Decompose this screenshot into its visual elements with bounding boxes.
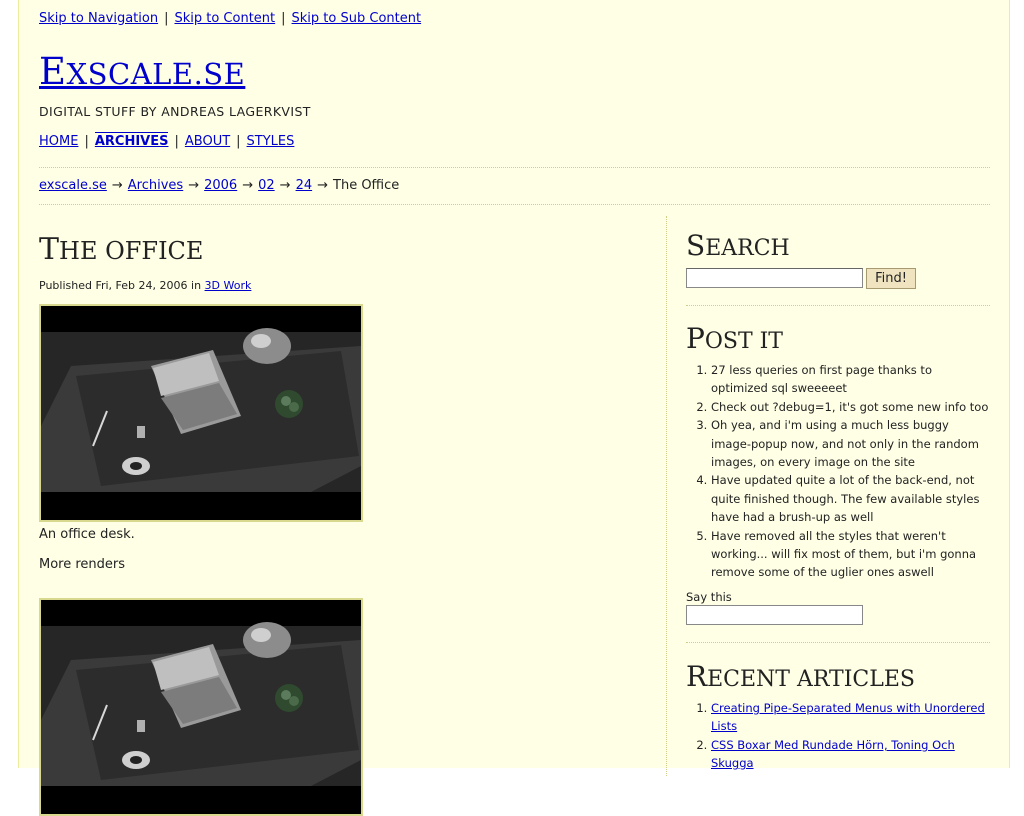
logo-rest: XSCALE.SE [66, 57, 246, 91]
breadcrumb-month[interactable]: 02 [258, 178, 275, 193]
post-title-initial: T [39, 232, 60, 267]
logo-initial: E [39, 50, 67, 93]
divider [686, 642, 990, 643]
more-renders-text: More renders [39, 557, 126, 572]
post-title-rest: HE OFFICE [59, 237, 204, 265]
page: Skip to Navigation | Skip to Content | Skip … [18, 0, 1010, 816]
site-logo-link[interactable]: EXSCALE.SE [39, 50, 245, 96]
site-tagline: DIGITAL STUFF BY ANDREAS LAGERKVIST [39, 104, 311, 119]
divider [39, 204, 990, 205]
post-it-list: 27 less queries on first page thanks to … [686, 361, 991, 582]
recent-articles-heading: RECENT ARTICLES [686, 660, 915, 697]
post-meta: Published Fri, Feb 24, 2006 in 3D Work [39, 279, 251, 292]
breadcrumb: exscale.se → Archives → 2006 → 02 → 24 → The Offic… [39, 178, 399, 193]
post-caption: An office desk. [39, 527, 135, 542]
skip-links: Skip to Navigation | Skip to Content | Skip … [39, 11, 421, 26]
main-nav: HOME | ARCHIVES | ABOUT | STYLES [39, 132, 295, 149]
breadcrumb-archives[interactable]: Archives [128, 178, 183, 193]
say-this-label: Say this [686, 590, 732, 604]
skip-to-sub-content-link[interactable]: Skip to Sub Content [292, 11, 422, 26]
post-it-item: Have updated quite a lot of the back-end… [711, 471, 991, 526]
breadcrumb-arrow: → [279, 178, 291, 193]
breadcrumb-current: The Office [333, 178, 400, 193]
post-title: THE OFFICE [39, 230, 203, 271]
office-render-image [41, 600, 361, 814]
post-it-item: 27 less queries on first page thanks to … [711, 361, 991, 398]
breadcrumb-arrow: → [111, 178, 123, 193]
nav-about[interactable]: ABOUT [185, 134, 230, 149]
breadcrumb-home[interactable]: exscale.se [39, 178, 107, 193]
search-heading-initial: S [686, 229, 706, 262]
separator: | [281, 11, 286, 26]
breadcrumb-day[interactable]: 24 [296, 178, 313, 193]
breadcrumb-arrow: → [317, 178, 329, 193]
post-it-heading-rest: OST IT [704, 329, 783, 354]
breadcrumb-arrow: → [242, 178, 254, 193]
post-meta-text: Published Fri, Feb 24, 2006 in [39, 279, 202, 292]
say-this-input[interactable] [686, 605, 863, 625]
nav-styles[interactable]: STYLES [247, 134, 295, 149]
nav-home[interactable]: HOME [39, 134, 78, 149]
recent-article-item: Creating Pipe-Separated Menus with Unord… [711, 699, 991, 736]
recent-articles-heading-initial: R [686, 660, 708, 693]
search-heading-rest: EARCH [705, 236, 790, 261]
post-it-heading-initial: P [686, 322, 705, 355]
post-it-heading: POST IT [686, 322, 783, 359]
render-image-1[interactable] [39, 304, 363, 522]
divider [686, 305, 990, 306]
recent-article-link[interactable]: CSS Boxar Med Rundade Hörn, Toning Och S… [711, 738, 955, 770]
nav-archives[interactable]: ARCHIVES [94, 132, 169, 149]
breadcrumb-year[interactable]: 2006 [204, 178, 237, 193]
skip-to-navigation-link[interactable]: Skip to Navigation [39, 11, 158, 26]
separator: | [164, 11, 169, 26]
post-it-item: Oh yea, and i'm using a much less buggy … [711, 416, 991, 471]
search-heading: SEARCH [686, 229, 790, 266]
office-render-image [41, 306, 361, 520]
post-it-item: Have removed all the styles that weren't… [711, 527, 991, 582]
post-category-link[interactable]: 3D Work [205, 279, 252, 292]
divider [39, 167, 990, 168]
recent-articles-heading-rest: ECENT ARTICLES [707, 667, 915, 692]
recent-articles-list: Creating Pipe-Separated Menus with Unord… [686, 699, 991, 773]
column-divider [666, 216, 667, 776]
find-button[interactable]: Find! [866, 268, 916, 289]
post-it-item: Check out ?debug=1, it's got some new in… [711, 398, 991, 416]
separator: | [84, 134, 89, 149]
separator: | [236, 134, 241, 149]
breadcrumb-arrow: → [188, 178, 200, 193]
skip-to-content-link[interactable]: Skip to Content [174, 11, 275, 26]
recent-article-item: CSS Boxar Med Rundade Hörn, Toning Och S… [711, 736, 991, 773]
recent-article-link[interactable]: Creating Pipe-Separated Menus with Unord… [711, 701, 985, 733]
separator: | [174, 134, 179, 149]
search-input[interactable] [686, 268, 863, 288]
render-image-2[interactable] [39, 598, 363, 816]
